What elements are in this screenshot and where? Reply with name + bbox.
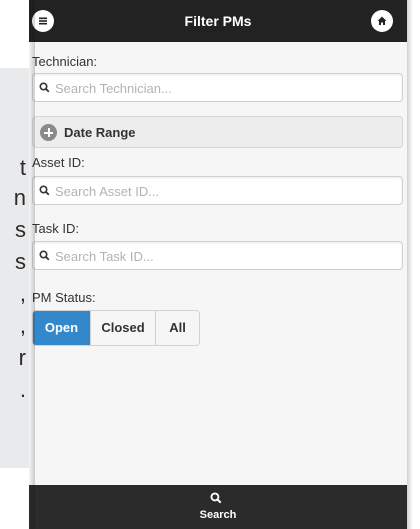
pm-status-segmented-control: Open Closed All (32, 310, 200, 346)
home-icon (377, 16, 387, 25)
home-button[interactable] (371, 10, 393, 32)
background-text: t (19, 155, 26, 180)
panel-shadow-right (407, 0, 413, 529)
status-closed-button[interactable]: Closed (91, 311, 156, 345)
technician-input[interactable] (55, 78, 385, 98)
asset-search[interactable] (32, 176, 403, 205)
plus-circle-icon (40, 124, 57, 141)
header-bar: Filter PMs (29, 0, 407, 42)
background-text: , (19, 313, 26, 338)
background-text: r (18, 345, 26, 370)
status-all-button[interactable]: All (156, 311, 199, 345)
asset-input[interactable] (55, 181, 385, 201)
filter-panel: Filter PMs Technician: Date Range (29, 0, 407, 529)
date-range-label: Date Range (64, 125, 136, 140)
search-label: Search (199, 509, 237, 521)
search-footer-button[interactable]: Search (29, 485, 407, 529)
menu-icon (39, 17, 47, 25)
technician-search[interactable] (32, 73, 403, 102)
panel-shadow-left (29, 0, 35, 529)
menu-button[interactable] (32, 10, 54, 32)
technician-label: Technician: (32, 54, 98, 69)
search-icon (39, 250, 50, 261)
status-open-button[interactable]: Open (33, 311, 91, 345)
background-text: . (19, 377, 26, 402)
search-icon (39, 82, 50, 93)
page-title: Filter PMs (184, 13, 252, 29)
task-input[interactable] (55, 246, 385, 266)
asset-label: Asset ID: (32, 155, 85, 170)
date-range-toggle[interactable]: Date Range (32, 116, 403, 148)
background-text: , (19, 281, 26, 306)
search-icon (210, 492, 222, 504)
background-text: n (13, 185, 26, 210)
background-text: s (15, 217, 26, 242)
background-text: s (15, 249, 26, 274)
task-search[interactable] (32, 241, 403, 270)
pm-status-label: PM Status: (32, 290, 96, 305)
search-icon (39, 185, 50, 196)
task-label: Task ID: (32, 221, 79, 236)
